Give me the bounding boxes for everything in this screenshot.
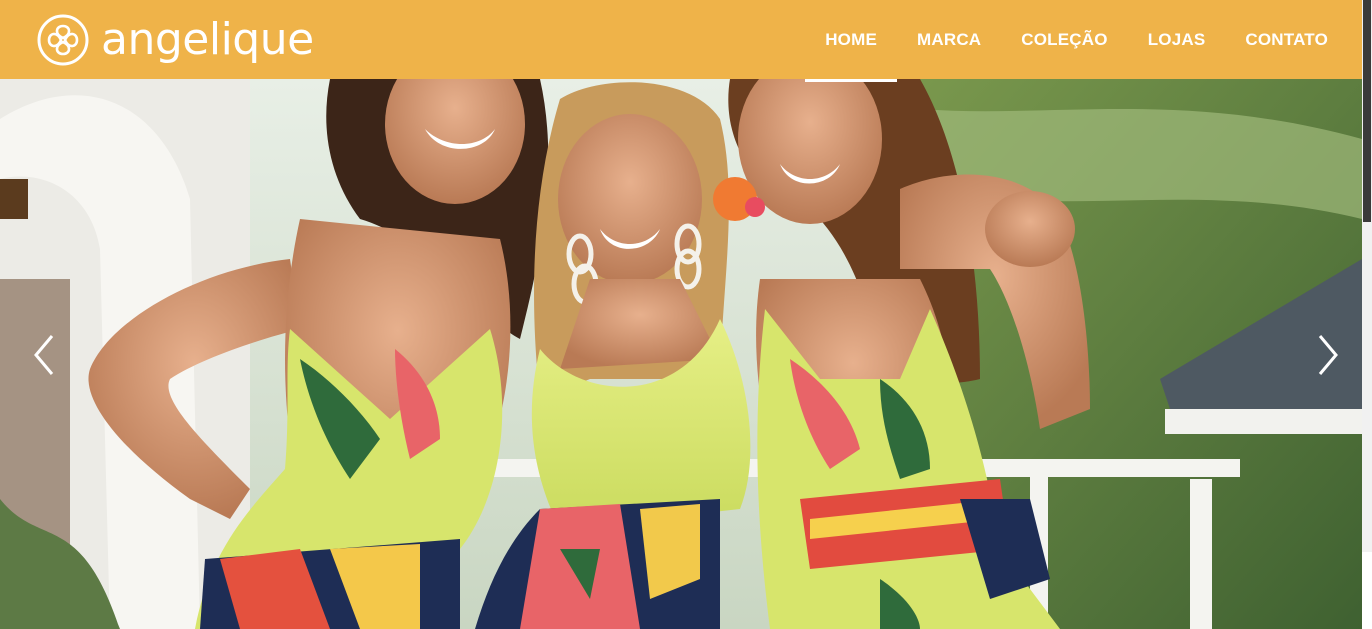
hero-image (0, 79, 1362, 629)
nav-item-colecao[interactable]: COLEÇÃO (1001, 0, 1127, 79)
chevron-left-icon (34, 335, 54, 375)
carousel-next-button[interactable] (1312, 330, 1342, 380)
nav-item-lojas[interactable]: LOJAS (1128, 0, 1226, 79)
chevron-right-icon (1318, 335, 1338, 375)
flower-logo-icon (37, 14, 89, 66)
scrollbar-thumb[interactable] (1363, 0, 1371, 222)
nav-item-home[interactable]: HOME (805, 0, 897, 82)
page: angelique HOME MARCA COLEÇÃO LOJAS CONTA… (0, 0, 1372, 629)
carousel-prev-button[interactable] (30, 330, 60, 380)
main-nav: HOME MARCA COLEÇÃO LOJAS CONTATO (805, 0, 1362, 82)
site-header: angelique HOME MARCA COLEÇÃO LOJAS CONTA… (0, 0, 1362, 82)
brand-name: angelique (101, 14, 314, 65)
hero-carousel (0, 79, 1362, 629)
nav-item-contato[interactable]: CONTATO (1225, 0, 1362, 79)
scrollbar-track-end (1362, 552, 1372, 629)
nav-item-marca[interactable]: MARCA (897, 0, 1001, 79)
brand-logo[interactable]: angelique (37, 14, 314, 66)
page-scrollbar[interactable] (1362, 0, 1372, 629)
